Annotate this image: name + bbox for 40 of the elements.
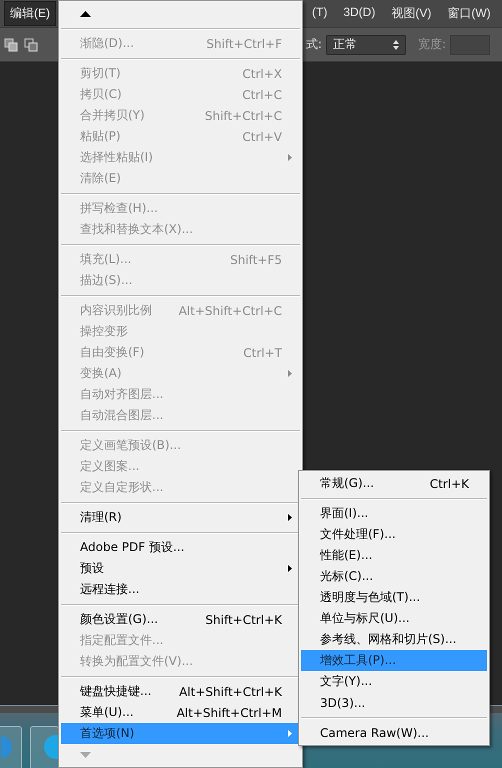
menu-item[interactable]: 界面(I)... [301,503,487,524]
menu-bar-item[interactable]: 窗口(W) [441,1,497,26]
new-selection-icon[interactable] [4,38,18,52]
updown-arrow-icon [392,40,399,50]
menu-item[interactable]: 颜色设置(G)... Shift+Ctrl+K [61,609,300,630]
menu-bar-item[interactable]: 编辑(E) [4,1,56,26]
width-field[interactable] [450,34,490,54]
taskbar-button[interactable] [30,726,59,768]
menu-item[interactable]: 清理(R) [61,507,300,528]
menu-item[interactable]: Camera Raw(W)... [301,722,487,743]
menu-item[interactable]: 菜单(U)... Alt+Shift+Ctrl+M [61,702,300,723]
menu-bar-item[interactable]: 3D(D) [337,1,382,26]
menu-item[interactable]: 文字(Y)... [301,671,487,692]
menu-item[interactable]: 透明度与色域(T)... [301,587,487,608]
menu-item[interactable]: 预设 [61,558,300,579]
scroll-up-icon[interactable] [80,10,91,16]
submenu-arrow-icon [288,730,292,737]
submenu-arrow-icon [288,370,292,377]
submenu-arrow-icon [288,514,292,521]
submenu-arrow-icon [288,154,292,161]
app-icon [44,735,58,759]
menu-item[interactable]: 常规(G)... Ctrl+K [301,473,487,494]
style-dropdown[interactable]: 正常 [326,34,406,54]
menu-item[interactable]: 键盘快捷键... Alt+Shift+Ctrl+K [61,681,300,702]
menu-item[interactable]: 远程连接... [61,579,300,600]
menu-item[interactable]: 单位与标尺(U)... [301,608,487,629]
menu-item[interactable]: 性能(E)... [301,545,487,566]
menu-item[interactable]: 首选项(N) [61,723,300,744]
submenu-arrow-icon [288,565,292,572]
menu-item[interactable]: 3D(3)... [301,692,487,713]
menu-bar-item[interactable]: 视图(V) [385,1,438,26]
menu-item[interactable]: 增效工具(P)... [301,650,487,671]
width-label: 宽度: [418,36,446,53]
style-label: 式: [306,36,322,53]
add-selection-icon[interactable] [24,38,38,52]
menu-item[interactable]: Adobe PDF 预设... [61,537,300,558]
menu-item[interactable]: 光标(C)... [301,566,487,587]
menu-bar-item[interactable]: (T) [306,1,334,26]
menu-item[interactable]: 文件处理(F)... [301,524,487,545]
menu-item[interactable]: 参考线、网格和切片(S)... [301,629,487,650]
